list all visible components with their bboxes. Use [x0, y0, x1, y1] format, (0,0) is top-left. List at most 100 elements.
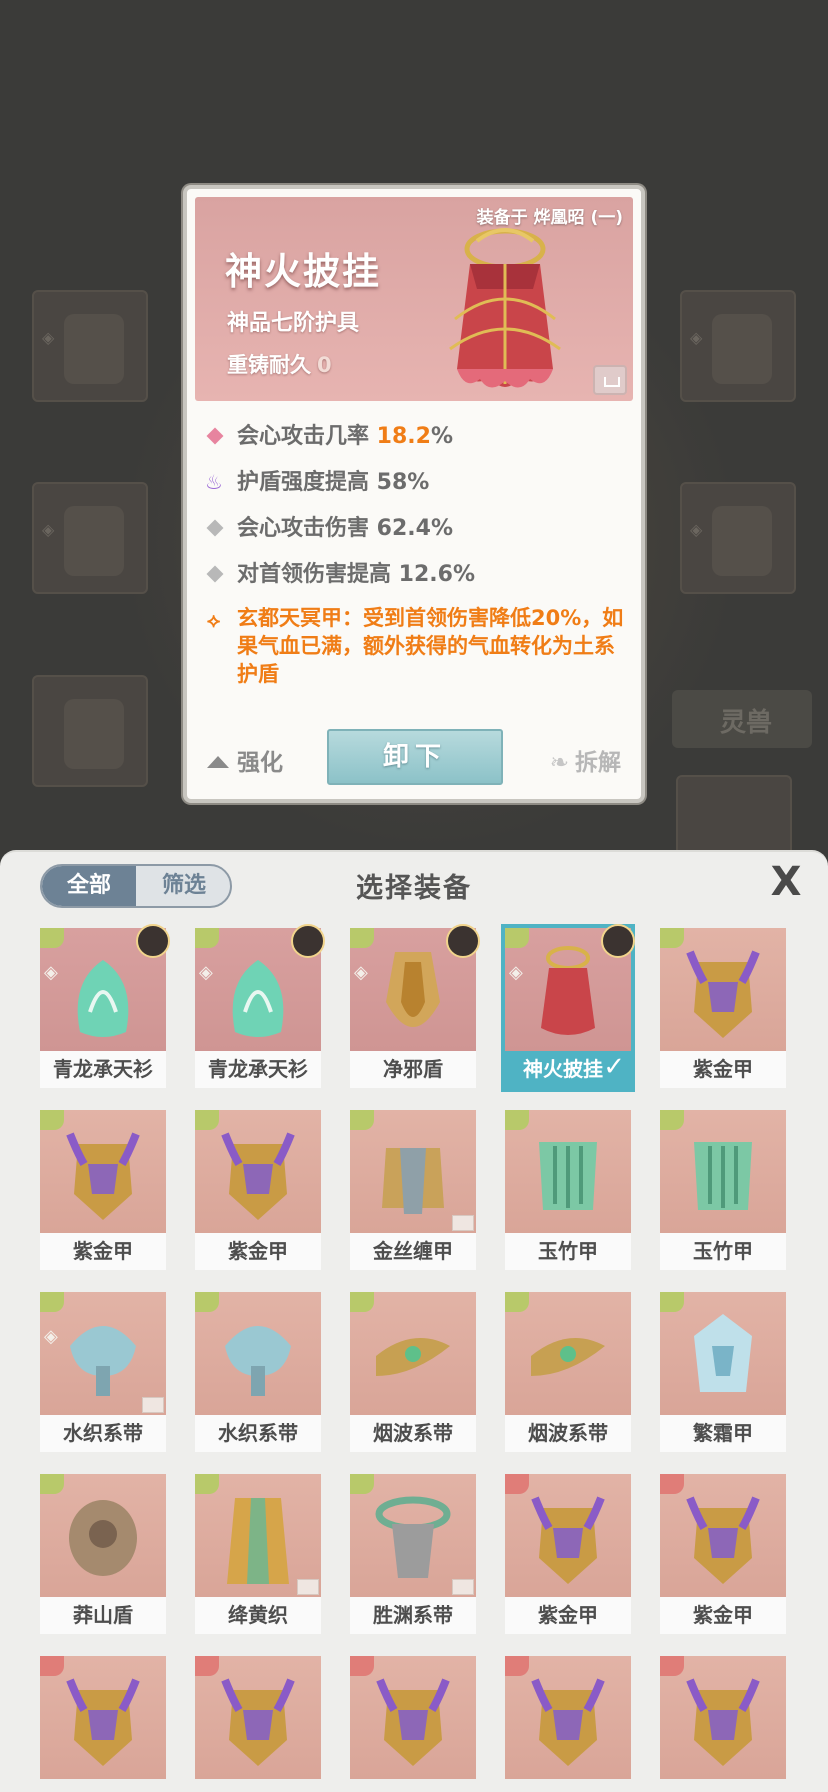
item-art — [386, 952, 440, 1027]
item-art — [539, 1142, 597, 1210]
gray-diamond-icon — [206, 519, 224, 537]
equipment-item[interactable]: 绛黄织 — [195, 1474, 321, 1634]
bg-boots-slot — [32, 675, 148, 787]
item-frame — [660, 1292, 786, 1415]
shield-rune-icon: ♨ — [205, 470, 223, 494]
equipment-item[interactable]: 紫金甲 — [660, 928, 786, 1088]
item-label: 水织系带 — [40, 1415, 166, 1452]
item-frame — [40, 1474, 166, 1597]
equipment-item[interactable] — [195, 1656, 321, 1792]
equipment-item[interactable]: 烟波系带 — [505, 1292, 631, 1452]
set-effect-text: 玄都天冥甲：受到首领伤害降低20%，如果气血已满，额外获得的气血转化为土系护盾 — [237, 606, 624, 686]
set-icon: ◈ — [509, 962, 523, 983]
equipment-item[interactable] — [660, 1656, 786, 1792]
item-frame — [350, 1474, 476, 1597]
up-arrow-icon — [207, 756, 229, 768]
equipment-item[interactable]: ◈ 神火披挂 ✓ — [501, 924, 635, 1092]
stat-text: 护盾强度提高 58% — [237, 470, 430, 495]
bg-weapon-slot: ◈ — [32, 290, 148, 402]
gray-diamond-icon — [206, 565, 224, 583]
equipment-item[interactable]: 繁霜甲 — [660, 1292, 786, 1452]
equipment-item[interactable] — [350, 1656, 476, 1792]
equipment-item[interactable]: 金丝缠甲 — [350, 1110, 476, 1270]
item-label: 玉竹甲 — [505, 1233, 631, 1270]
equipment-item[interactable]: 水织系带 — [195, 1292, 321, 1452]
item-art — [531, 1678, 605, 1766]
set-icon: ◈ — [44, 1326, 58, 1347]
item-art — [376, 1338, 450, 1376]
item-frame — [505, 1292, 631, 1415]
equipment-item[interactable]: 紫金甲 — [505, 1474, 631, 1634]
equipment-item[interactable]: ◈ 青龙承天衫 — [40, 924, 170, 1088]
pink-diamond-icon — [206, 427, 224, 445]
item-art — [694, 1142, 752, 1210]
item-art — [227, 1498, 289, 1584]
stat-crit-rate: 会心攻击几率 18.2% — [206, 414, 627, 460]
item-label: 紫金甲 — [505, 1597, 631, 1634]
item-label: 净邪盾 — [350, 1051, 476, 1088]
equipment-item[interactable]: 莽山盾 — [40, 1474, 166, 1634]
item-art — [70, 1326, 136, 1396]
equipment-item[interactable] — [505, 1656, 631, 1792]
item-label: 紫金甲 — [40, 1233, 166, 1270]
item-label: 青龙承天衫 — [195, 1051, 321, 1088]
equipment-item[interactable]: 紫金甲 — [40, 1110, 166, 1270]
stat-shield: ♨ 护盾强度提高 58% — [205, 460, 627, 506]
item-label: 青龙承天衫 — [40, 1051, 166, 1088]
equipment-item[interactable]: ◈ 净邪盾 — [350, 924, 480, 1088]
equipment-item[interactable] — [40, 1656, 166, 1792]
owner-avatar — [446, 924, 480, 958]
item-art — [69, 1500, 137, 1576]
equipment-name: 神火披挂 — [225, 250, 381, 293]
item-art — [694, 1314, 752, 1392]
equipment-item[interactable]: 紫金甲 — [195, 1110, 321, 1270]
panel-header: 全部 筛选 选择装备 X — [0, 852, 828, 912]
lock-button[interactable] — [593, 365, 627, 395]
strengthen-button[interactable]: 强化 — [207, 743, 283, 777]
set-effect-icon: ⟡ — [207, 608, 221, 632]
set-icon: ◈ — [42, 520, 55, 539]
item-label: 烟波系带 — [505, 1415, 631, 1452]
lock-icon — [452, 1215, 474, 1231]
item-frame — [660, 1110, 786, 1233]
bg-armor-slot: ◈ — [32, 482, 148, 594]
item-label: 水织系带 — [195, 1415, 321, 1452]
owner-avatar — [291, 924, 325, 958]
equipment-item[interactable]: 烟波系带 — [350, 1292, 476, 1452]
item-frame — [195, 1656, 321, 1779]
unequip-button[interactable]: 卸下 — [327, 729, 503, 785]
item-frame — [505, 1474, 631, 1597]
item-art — [66, 1132, 140, 1220]
selected-check-icon: ✓ — [603, 1052, 625, 1082]
item-art — [686, 1496, 760, 1584]
equipment-select-panel: 全部 筛选 选择装备 X ◈ 青龙承天衫 ◈ 青龙承天衫 ◈ 净邪盾 ◈ 神火披挂 ✓ 紫金甲 紫金… — [0, 850, 828, 1792]
stat-text: 会心攻击伤害 62.4% — [237, 516, 453, 541]
stat-boss-damage: 对首领伤害提高 12.6% — [206, 552, 627, 598]
slot-art — [64, 314, 124, 384]
close-icon[interactable]: X — [766, 862, 806, 902]
recast-value: 0 — [317, 353, 332, 377]
stat-crit-damage: 会心攻击伤害 62.4% — [206, 506, 627, 552]
equipment-item[interactable]: 胜渊系带 — [350, 1474, 476, 1634]
equipment-item[interactable]: 玉竹甲 — [505, 1110, 631, 1270]
item-frame — [660, 928, 786, 1051]
set-icon: ◈ — [354, 962, 368, 983]
item-frame — [350, 1656, 476, 1779]
item-art — [686, 1678, 760, 1766]
dismantle-button[interactable]: ❧ 拆解 — [550, 743, 621, 777]
item-label: 玉竹甲 — [660, 1233, 786, 1270]
equipment-item[interactable]: 玉竹甲 — [660, 1110, 786, 1270]
equipment-item[interactable]: ◈ 水织系带 — [40, 1292, 166, 1452]
slot-art — [712, 506, 772, 576]
item-frame — [505, 1110, 631, 1233]
set-effect: ⟡ 玄都天冥甲：受到首领伤害降低20%，如果气血已满，额外获得的气血转化为土系护盾 — [207, 604, 627, 688]
item-art — [66, 1678, 140, 1766]
equipment-item[interactable]: 紫金甲 — [660, 1474, 786, 1634]
equipment-item[interactable]: ◈ 青龙承天衫 — [195, 924, 325, 1088]
recast-durability: 重铸耐久 0 — [227, 349, 332, 379]
item-art — [221, 1132, 295, 1220]
item-frame — [660, 1656, 786, 1779]
stat-suffix: % — [430, 424, 453, 449]
item-art — [375, 1496, 451, 1578]
leaf-icon: ❧ — [549, 750, 569, 776]
